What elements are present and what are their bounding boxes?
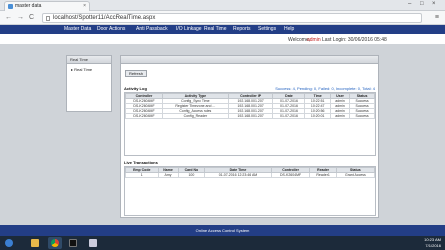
nav-master-data[interactable]: Master Data (64, 25, 91, 34)
activity-row[interactable]: DS-K2604MF Config_Reader 192.168.001.207 01… (124, 113, 375, 119)
last-login: Last Login: 30/06/2016 05:48 (322, 37, 387, 43)
nav-help[interactable]: Help (284, 25, 294, 34)
taskbar-terminal[interactable] (66, 237, 80, 249)
url-input[interactable]: localhost/Spotter11/AccRealTime.aspx (42, 13, 422, 23)
windows-start-icon (5, 239, 13, 247)
sidebar-title: Real Time (67, 56, 111, 64)
main-panel: Refresh Activity Log Success: 4, Pending… (120, 55, 379, 218)
table-cell: Success (349, 113, 375, 119)
activity-log-table: Controller Activity Type Controller IP Date… (124, 93, 375, 119)
main-nav: Master Data Door Actions Anti Passback I… (0, 25, 445, 34)
table-cell: Grant Access (335, 172, 376, 178)
forward-button[interactable]: → (17, 14, 24, 22)
start-button[interactable] (2, 237, 16, 249)
browser-tab-bar: master data × – □ × (0, 0, 445, 11)
window-close-button[interactable]: × (432, 1, 436, 7)
live-transactions-table: Emp Code Name Card No Date Time Controller Re… (125, 167, 376, 178)
maximize-button[interactable]: □ (420, 1, 424, 7)
address-bar-row: ← → C localhost/Spotter11/AccRealTime.as… (0, 11, 445, 25)
nav-door-actions[interactable]: Door Actions (97, 25, 125, 34)
tab-close-icon[interactable]: × (83, 2, 86, 11)
live-transactions-box: Emp Code Name Card No Date Time Controller Re… (124, 166, 376, 216)
table-cell: DS-K2604MF (270, 172, 311, 178)
taskbar-explorer[interactable] (28, 237, 42, 249)
browser-tab[interactable]: master data × (4, 1, 90, 11)
footer-text: Online Access Control System (195, 228, 250, 233)
minimize-button[interactable]: – (408, 1, 411, 7)
table-cell: DS-K2604MF (124, 113, 164, 119)
sidebar-item-label: Real Time (74, 67, 93, 72)
username-link[interactable]: admin (307, 37, 321, 43)
page-favicon-icon (8, 4, 13, 9)
url-text: localhost/Spotter11/AccRealTime.aspx (53, 15, 156, 21)
table-cell: 1 (125, 172, 159, 178)
clock-date: 7/1/2016 (425, 243, 441, 248)
activity-log-box: Controller Activity Type Controller IP Date… (124, 92, 376, 156)
activity-summary: Success: 4, Pending: 0, Failed: 0, Incom… (275, 86, 375, 91)
window-icon (89, 239, 97, 247)
terminal-icon (69, 239, 77, 247)
nav-reports[interactable]: Reports (233, 25, 251, 34)
table-cell: 01-07-2016 12:23:46 AM (204, 172, 272, 178)
page-icon (46, 16, 50, 21)
reload-button[interactable]: C (29, 14, 34, 22)
taskbar-app[interactable] (86, 237, 100, 249)
table-cell: 10:20:01 (304, 113, 331, 119)
content-area: Real Time ▸ Real Time Refresh Activity L… (0, 44, 445, 225)
taskbar-chrome[interactable] (48, 237, 62, 249)
table-cell: 100 (177, 172, 206, 178)
live-transactions-title: Live Transactions (124, 160, 158, 165)
sidebar: Real Time ▸ Real Time (66, 55, 112, 112)
back-button[interactable]: ← (5, 14, 12, 22)
footer: Online Access Control System (0, 225, 445, 236)
folder-icon (31, 239, 39, 247)
table-cell: Amy (157, 172, 179, 178)
transaction-row[interactable]: 1 Amy 100 01-07-2016 12:23:46 AM DS-K2604MF R… (125, 172, 376, 178)
system-tray-clock[interactable]: 10:23 AM 7/1/2016 (424, 237, 441, 249)
nav-settings[interactable]: Settings (258, 25, 276, 34)
refresh-button[interactable]: Refresh (125, 70, 148, 77)
chrome-icon (51, 239, 59, 247)
nav-real-time[interactable]: Real Time (204, 25, 227, 34)
table-cell: Config_Reader (162, 113, 229, 119)
table-cell: Reader1 (309, 172, 337, 178)
browser-menu-icon[interactable]: ≡ (435, 14, 439, 21)
welcome-bar: Welcome, admin Last Login: 30/06/2016 05… (0, 34, 445, 44)
main-panel-header (121, 56, 378, 64)
sidebar-item-real-time[interactable]: ▸ Real Time (67, 64, 111, 72)
activity-log-title: Activity Log (124, 86, 147, 91)
table-cell: admin (329, 113, 351, 119)
table-cell: 01-07-2016 (272, 113, 306, 119)
taskbar: 10:23 AM 7/1/2016 (0, 236, 445, 250)
nav-anti-passback[interactable]: Anti Passback (136, 25, 168, 34)
tab-title: master data (15, 3, 42, 9)
nav-io-linkage[interactable]: I/O Linkage (176, 25, 202, 34)
table-cell: 192.168.001.207 (227, 113, 274, 119)
